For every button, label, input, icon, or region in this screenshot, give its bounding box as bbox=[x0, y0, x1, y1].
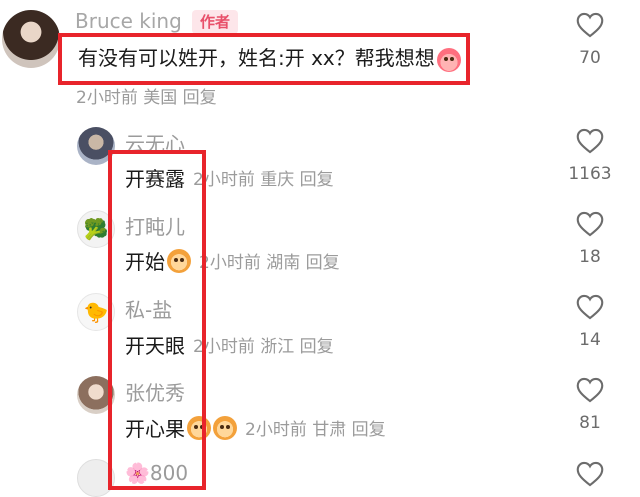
like-button[interactable]: 18 bbox=[568, 211, 612, 267]
like-count: 1163 bbox=[568, 164, 612, 184]
reply-meta[interactable]: 2小时前 湖南 回复 bbox=[199, 248, 340, 273]
heart-icon[interactable] bbox=[576, 211, 604, 237]
reply-meta[interactable]: 2小时前 重庆 回复 bbox=[193, 165, 334, 190]
like-button-main[interactable]: 70 bbox=[568, 12, 612, 68]
reply-meta[interactable]: 2小时前 浙江 回复 bbox=[193, 332, 334, 357]
heart-icon[interactable] bbox=[576, 461, 604, 487]
heart-icon[interactable] bbox=[576, 377, 604, 403]
cookie-face-emoji-icon bbox=[213, 415, 237, 440]
like-button[interactable]: 81 bbox=[568, 377, 612, 433]
like-button[interactable]: 1163 bbox=[568, 128, 612, 184]
heart-icon[interactable] bbox=[576, 12, 604, 38]
like-button[interactable]: 14 bbox=[568, 294, 612, 350]
like-count: 70 bbox=[579, 48, 601, 68]
like-count: 81 bbox=[579, 413, 601, 433]
comment-author-name[interactable]: Bruce king bbox=[75, 9, 182, 33]
reply-meta[interactable]: 2小时前 甘肃 回复 bbox=[245, 415, 386, 440]
highlight-box-question bbox=[58, 33, 470, 85]
avatar[interactable] bbox=[2, 10, 60, 68]
heart-icon[interactable] bbox=[576, 128, 604, 154]
heart-icon[interactable] bbox=[576, 294, 604, 320]
like-button[interactable] bbox=[568, 461, 612, 487]
author-badge: 作者 bbox=[192, 10, 239, 34]
highlight-box-answers bbox=[108, 150, 206, 490]
like-count: 18 bbox=[579, 247, 601, 267]
comment-meta[interactable]: 2小时前 美国 回复 bbox=[76, 83, 217, 108]
like-count: 14 bbox=[579, 330, 601, 350]
